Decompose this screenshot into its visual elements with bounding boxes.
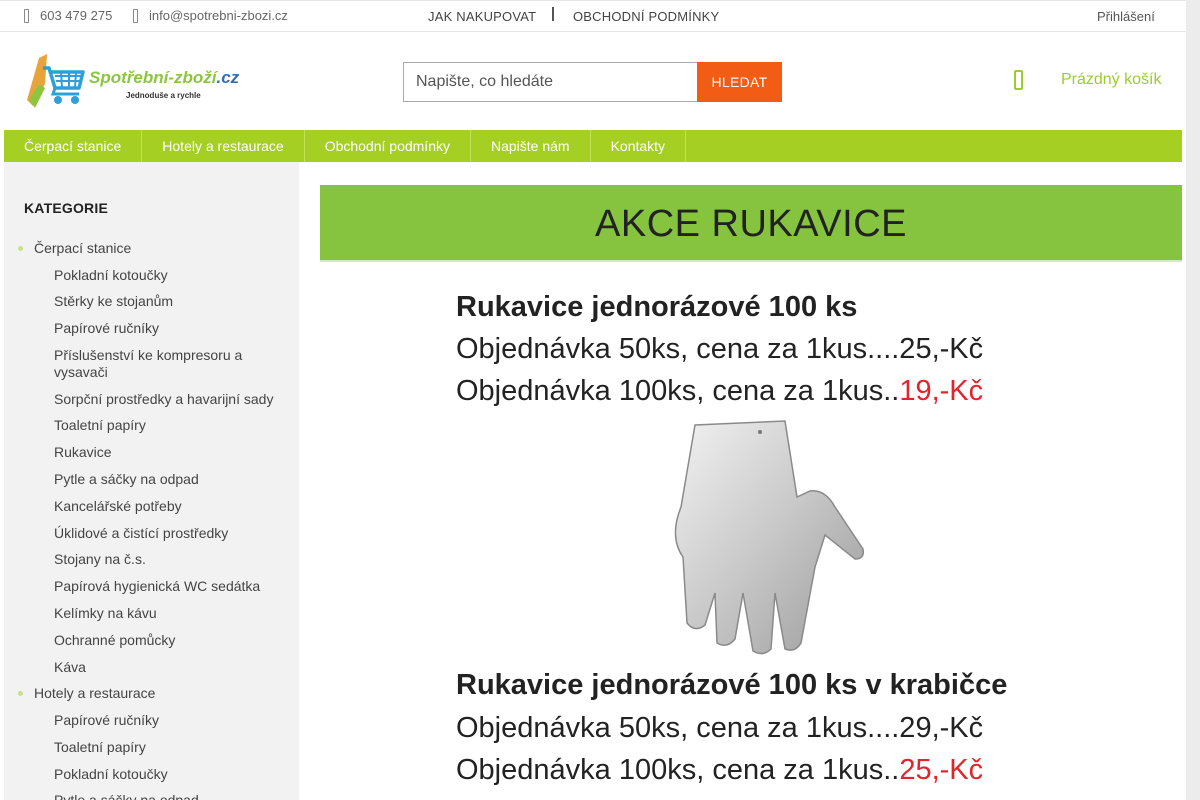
subcategory-item[interactable]: Toaletní papíry	[54, 739, 284, 756]
header: Spotřební-zboží.cz Jednoduše a rychle HL…	[0, 32, 1186, 130]
offer-1-price: 19,-Kč	[899, 375, 984, 407]
subcategory-item[interactable]: Papírové ručníky	[54, 712, 284, 729]
page: 603 479 275 info@spotrebni-zbozi.cz JAK …	[0, 0, 1186, 800]
subcategory-item[interactable]: Pytle a sáčky na odpad	[54, 471, 284, 488]
search-form: HLEDAT	[403, 62, 782, 102]
offer-1-line-2-text: Objednávka 100ks, cena za 1kus..	[456, 375, 900, 407]
logo-cart-icon	[27, 54, 85, 108]
logo-brand-tld: .cz	[216, 68, 240, 87]
glove-image	[674, 420, 865, 655]
offer-1-heading: Rukavice jednorázové 100 ks	[456, 291, 858, 323]
cart-icon	[1014, 70, 1023, 90]
phone-contact[interactable]: 603 479 275	[24, 8, 112, 23]
subcategory-item[interactable]: Papírová hygienická WC sedátka	[54, 578, 284, 595]
subcategory-item[interactable]: Stěrky ke stojanům	[54, 293, 284, 310]
subcategory-item[interactable]: Toaletní papíry	[54, 417, 284, 434]
offer-1-line-1: Objednávka 50ks, cena za 1kus....25,-Kč	[456, 333, 984, 365]
subcategory-item[interactable]: Rukavice	[54, 444, 284, 461]
offer-1-line-2: Objednávka 100ks, cena za 1kus..19,-Kč	[456, 375, 983, 408]
menu-item-terms[interactable]: Obchodní podmínky	[305, 130, 471, 162]
top-link-terms[interactable]: OBCHODNÍ PODMÍNKY	[573, 9, 719, 24]
top-bar: 603 479 275 info@spotrebni-zbozi.cz JAK …	[0, 0, 1186, 32]
main-menu: Čerpací stanice Hotely a restaurace Obch…	[4, 130, 1182, 162]
page-scroll-gutter	[1186, 0, 1200, 800]
search-button[interactable]: HLEDAT	[697, 62, 782, 102]
promo-banner[interactable]: AKCE RUKAVICE Rukavice jednorázové 100 k…	[320, 185, 1182, 800]
subcategory-item[interactable]: Kelímky na kávu	[54, 605, 284, 622]
subcategory-item[interactable]: Káva	[54, 659, 284, 676]
menu-item-contacts[interactable]: Kontakty	[591, 130, 687, 162]
subcategory-item[interactable]: Stojany na č.s.	[54, 551, 284, 568]
logo-tagline: Jednoduše a rychle	[126, 91, 201, 100]
sidebar-title: KATEGORIE	[24, 200, 108, 216]
subcategory-item[interactable]: Ochranné pomůcky	[54, 632, 284, 649]
offer-2-line-1: Objednávka 50ks, cena za 1kus....29,-Kč	[456, 712, 984, 744]
subcategory-item[interactable]: Pokladní kotoučky	[54, 267, 284, 284]
banner-title: AKCE RUKAVICE	[595, 203, 907, 245]
subcategory-item[interactable]: Příslušenství ke kompresoru a vysavači	[54, 347, 284, 381]
subcategory-item[interactable]: Papírové ručníky	[54, 320, 284, 337]
offer-2-line-2-text: Objednávka 100ks, cena za 1kus..	[456, 754, 900, 786]
logo-brand-main: Spotřební-zboží	[89, 68, 217, 87]
menu-item-hotels[interactable]: Hotely a restaurace	[142, 130, 305, 162]
menu-item-gas-stations[interactable]: Čerpací stanice	[4, 130, 143, 162]
category-sidebar: KATEGORIE Čerpací stanice Pokladní kotou…	[4, 162, 299, 800]
cart[interactable]: Prázdný košík	[1014, 70, 1161, 90]
offer-2-line-2: Objednávka 100ks, cena za 1kus..25,-Kč	[456, 754, 983, 787]
email-contact[interactable]: info@spotrebni-zbozi.cz	[133, 8, 288, 23]
offer-2-price: 25,-Kč	[899, 754, 984, 786]
email-address: info@spotrebni-zbozi.cz	[149, 8, 288, 23]
search-input[interactable]	[403, 62, 697, 102]
logo[interactable]: Spotřební-zboží.cz Jednoduše a rychle	[25, 54, 240, 110]
subcategory-item[interactable]: Kancelářské potřeby	[54, 498, 284, 515]
category-hotels[interactable]: Hotely a restaurace	[17, 685, 155, 702]
email-icon	[133, 8, 138, 23]
logo-brand: Spotřební-zboží.cz	[89, 68, 239, 88]
login-link[interactable]: Přihlášení	[1097, 9, 1155, 24]
menu-item-write-us[interactable]: Napište nám	[471, 130, 591, 162]
phone-icon	[24, 8, 29, 23]
top-link-separator	[552, 7, 554, 21]
offer-2-heading: Rukavice jednorázové 100 ks v krabičce	[456, 669, 1008, 701]
category-gas-stations[interactable]: Čerpací stanice	[17, 240, 131, 257]
phone-number: 603 479 275	[40, 8, 113, 23]
cart-label: Prázdný košík	[1061, 71, 1162, 88]
subcategory-item[interactable]: Pokladní kotoučky	[54, 766, 284, 783]
subcategory-item[interactable]: Pytle a sáčky na odpad	[54, 792, 284, 800]
top-link-how-to-buy[interactable]: JAK NAKUPOVAT	[428, 9, 536, 24]
subcategory-item[interactable]: Sorpční prostředky a havarijní sady	[54, 391, 284, 408]
subcategory-item[interactable]: Úklidové a čistící prostředky	[54, 525, 284, 542]
